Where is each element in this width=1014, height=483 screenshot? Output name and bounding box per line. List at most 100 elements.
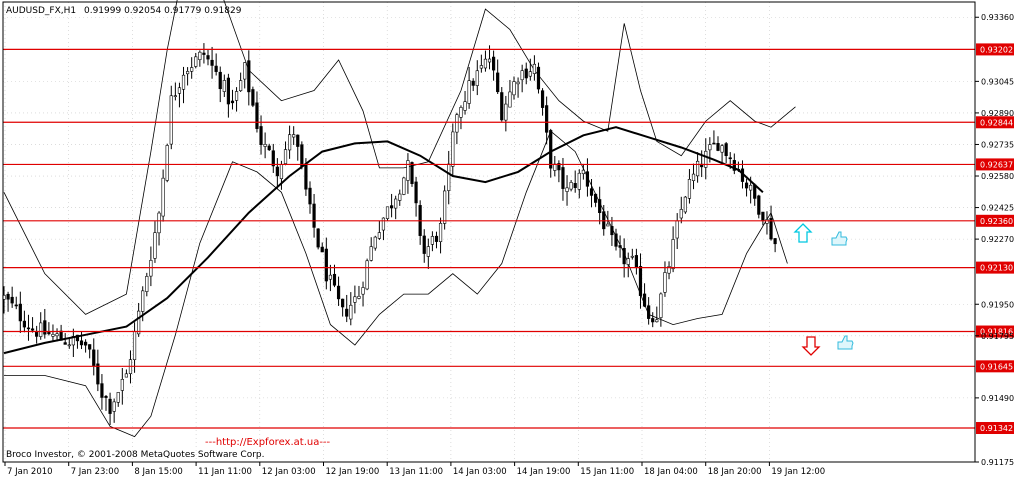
y-tick-label: 0.91795: [981, 332, 1014, 341]
candle-body: [14, 304, 18, 307]
candle-body: [67, 344, 71, 347]
candle-body: [132, 331, 137, 361]
candle-body: [708, 144, 712, 151]
candle-body: [84, 341, 88, 346]
candle-body: [642, 293, 647, 307]
candle-body: [214, 65, 218, 72]
candle-body: [300, 144, 304, 167]
candle-body: [479, 65, 483, 69]
watermark-link[interactable]: ---http://Expforex.at.ua---: [205, 437, 331, 448]
candle-body: [512, 81, 516, 96]
candle-body: [606, 223, 610, 227]
candle-body: [55, 333, 59, 337]
candle-body: [377, 232, 381, 239]
candle-body: [651, 318, 655, 323]
candle-body: [422, 235, 426, 254]
candle-body: [222, 80, 226, 92]
candle-body: [30, 328, 35, 331]
copyright-label: Broco Investor, © 2001-2008 MetaQuotes S…: [6, 450, 265, 460]
candle-body: [385, 206, 390, 219]
candle-body: [267, 145, 271, 151]
candle-body: [573, 183, 577, 188]
y-tick-label: 0.91950: [981, 300, 1014, 309]
candle-body: [406, 160, 410, 181]
candle-body: [357, 295, 361, 299]
candle-body: [663, 272, 667, 293]
candle-body: [532, 63, 536, 74]
candle-body: [18, 303, 22, 322]
candle-body: [712, 142, 716, 145]
candle-body: [504, 103, 508, 121]
candle-body: [443, 190, 447, 224]
price-chart[interactable]: 0.93202 0.92844 0.92637 0.92360 0.92130 0.918…: [0, 0, 1014, 479]
level-label: 0.92130: [980, 264, 1013, 273]
candle-body: [630, 255, 634, 258]
y-tick-label: 0.92580: [981, 172, 1014, 181]
candle-body: [593, 193, 598, 203]
candle-body: [373, 236, 377, 249]
x-tick-label: 11 Jan 11:00: [198, 467, 252, 477]
candle-body: [271, 150, 275, 167]
candle-body: [226, 77, 231, 105]
candle-body: [691, 173, 696, 181]
candle-body: [345, 308, 349, 317]
candle-body: [218, 71, 222, 90]
candle-body: [749, 184, 753, 191]
candle-body: [198, 51, 202, 60]
candle-body: [120, 379, 124, 391]
level-label: 0.91645: [980, 362, 1013, 371]
candle-body: [434, 235, 439, 242]
x-tick-label: 14 Jan 19:00: [517, 467, 571, 477]
candle-body: [647, 305, 651, 319]
candle-body: [186, 71, 190, 75]
candle-body: [765, 219, 769, 224]
candle-body: [190, 67, 194, 72]
candle-body: [516, 81, 520, 85]
candle-body: [622, 248, 626, 265]
candle-body: [695, 160, 700, 177]
y-tick-label: 0.92270: [981, 235, 1014, 244]
x-tick-label: 13 Jan 11:00: [389, 467, 443, 477]
candle-body: [398, 193, 402, 201]
candle-body: [361, 287, 365, 295]
candle-body: [569, 182, 573, 190]
candle-body: [447, 163, 451, 191]
candle-body: [341, 298, 345, 308]
candle-body: [394, 198, 398, 209]
candle-body: [655, 319, 659, 323]
candle-body: [157, 212, 161, 234]
candle-body: [381, 217, 386, 231]
candle-body: [153, 232, 157, 259]
candle-body: [561, 167, 565, 189]
candle-body: [149, 260, 153, 277]
level-label: 0.93202: [980, 45, 1013, 54]
candle-body: [610, 226, 614, 236]
candle-body: [549, 130, 553, 169]
candle-body: [553, 163, 557, 171]
candle-body: [761, 211, 765, 222]
candle-body: [320, 246, 324, 253]
x-tick-label: 12 Jan 19:00: [326, 467, 380, 477]
candle-body: [744, 182, 749, 189]
candle-body: [414, 181, 418, 204]
candle-body: [279, 164, 284, 179]
candle-body: [104, 395, 108, 398]
candle-body: [675, 220, 679, 239]
candle-body: [671, 239, 675, 270]
price-axis: 0.93360 0.93045 0.92890 0.92735 0.92580 0.924…: [975, 13, 1014, 467]
candle-body: [6, 293, 10, 300]
candle-body: [540, 90, 545, 108]
x-tick-label: 12 Jan 03:00: [262, 467, 316, 477]
candle-body: [39, 322, 43, 337]
x-tick-label: 7 Jan 23:00: [71, 467, 119, 477]
candle-body: [26, 327, 31, 330]
level-label: 0.92844: [980, 118, 1013, 127]
candle-body: [206, 55, 210, 60]
candle-body: [194, 56, 198, 67]
candle-body: [757, 195, 761, 215]
candle-body: [165, 145, 169, 181]
candle-body: [63, 342, 67, 345]
x-tick-label: 14 Jan 03:00: [453, 467, 507, 477]
candle-body: [475, 70, 479, 86]
y-tick-label: 0.93360: [981, 13, 1014, 22]
